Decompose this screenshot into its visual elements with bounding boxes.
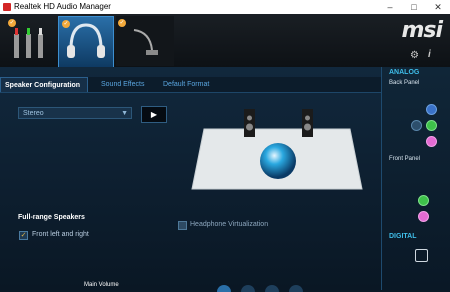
back-panel-label: Back Panel	[389, 80, 420, 86]
listener-orb	[260, 143, 296, 179]
check-icon: ✓	[118, 19, 126, 27]
title-bar: Realtek HD Audio Manager – □ ✕	[0, 0, 450, 14]
gear-icon[interactable]: ⚙	[410, 50, 419, 61]
device-tab-microphone[interactable]: ✓	[116, 16, 174, 66]
checkbox-headphone-virtualization[interactable]	[178, 221, 187, 230]
digital-port-icon[interactable]	[415, 249, 428, 262]
tab-speaker-configuration[interactable]: Speaker Configuration	[0, 77, 88, 92]
chevron-down-icon: ▼	[121, 110, 128, 117]
check-icon: ✓	[62, 20, 70, 28]
info-icon[interactable]: i	[428, 49, 431, 60]
msi-logo: msi	[401, 18, 443, 43]
jack-pink[interactable]	[426, 136, 437, 147]
check-icon: ✓	[8, 19, 16, 27]
headphone-virtualization-label: Headphone Virtualization	[190, 221, 269, 228]
minimize-button[interactable]: –	[378, 0, 402, 14]
main-panel: Speaker Configuration Sound Effects Defa…	[0, 67, 381, 292]
fullrange-title: Full-range Speakers	[18, 214, 85, 221]
analog-heading: ANALOG	[389, 69, 420, 76]
front-jack-green[interactable]	[418, 195, 429, 206]
tab-default-format[interactable]: Default Format	[163, 77, 209, 92]
jack-blue-2[interactable]	[411, 120, 422, 131]
speaker-config-value: Stereo	[23, 110, 44, 117]
volume-controls[interactable]	[214, 282, 324, 292]
main-volume-label: Main Volume	[84, 282, 119, 288]
speaker-config-select[interactable]: Stereo ▼	[18, 107, 132, 119]
app-icon	[3, 3, 11, 11]
tab-bar: Speaker Configuration Sound Effects Defa…	[0, 77, 381, 93]
maximize-button[interactable]: □	[402, 0, 426, 14]
device-tab-speakers[interactable]: ✓	[6, 16, 54, 66]
jack-panel: ANALOG Back Panel Front Panel DIGITAL	[381, 67, 450, 290]
device-tab-headphones[interactable]: ✓	[58, 16, 114, 68]
checkbox-front[interactable]: ✓	[19, 231, 28, 240]
window-title: Realtek HD Audio Manager	[14, 2, 111, 11]
right-speaker-icon[interactable]	[302, 109, 313, 137]
jack-green[interactable]	[426, 120, 437, 131]
close-button[interactable]: ✕	[426, 0, 450, 14]
fullrange-option-label: Front left and right	[32, 231, 89, 238]
digital-heading: DIGITAL	[389, 233, 417, 240]
speaker-stage	[191, 109, 363, 190]
front-panel-label: Front Panel	[389, 156, 421, 162]
front-jack-pink[interactable]	[418, 211, 429, 222]
jack-blue[interactable]	[426, 104, 437, 115]
tab-sound-effects[interactable]: Sound Effects	[101, 77, 144, 92]
device-header: ✓ ✓ ✓ msi ⚙ i	[0, 14, 450, 68]
left-speaker-icon[interactable]	[244, 109, 255, 137]
play-button[interactable]: ▶	[141, 106, 167, 123]
